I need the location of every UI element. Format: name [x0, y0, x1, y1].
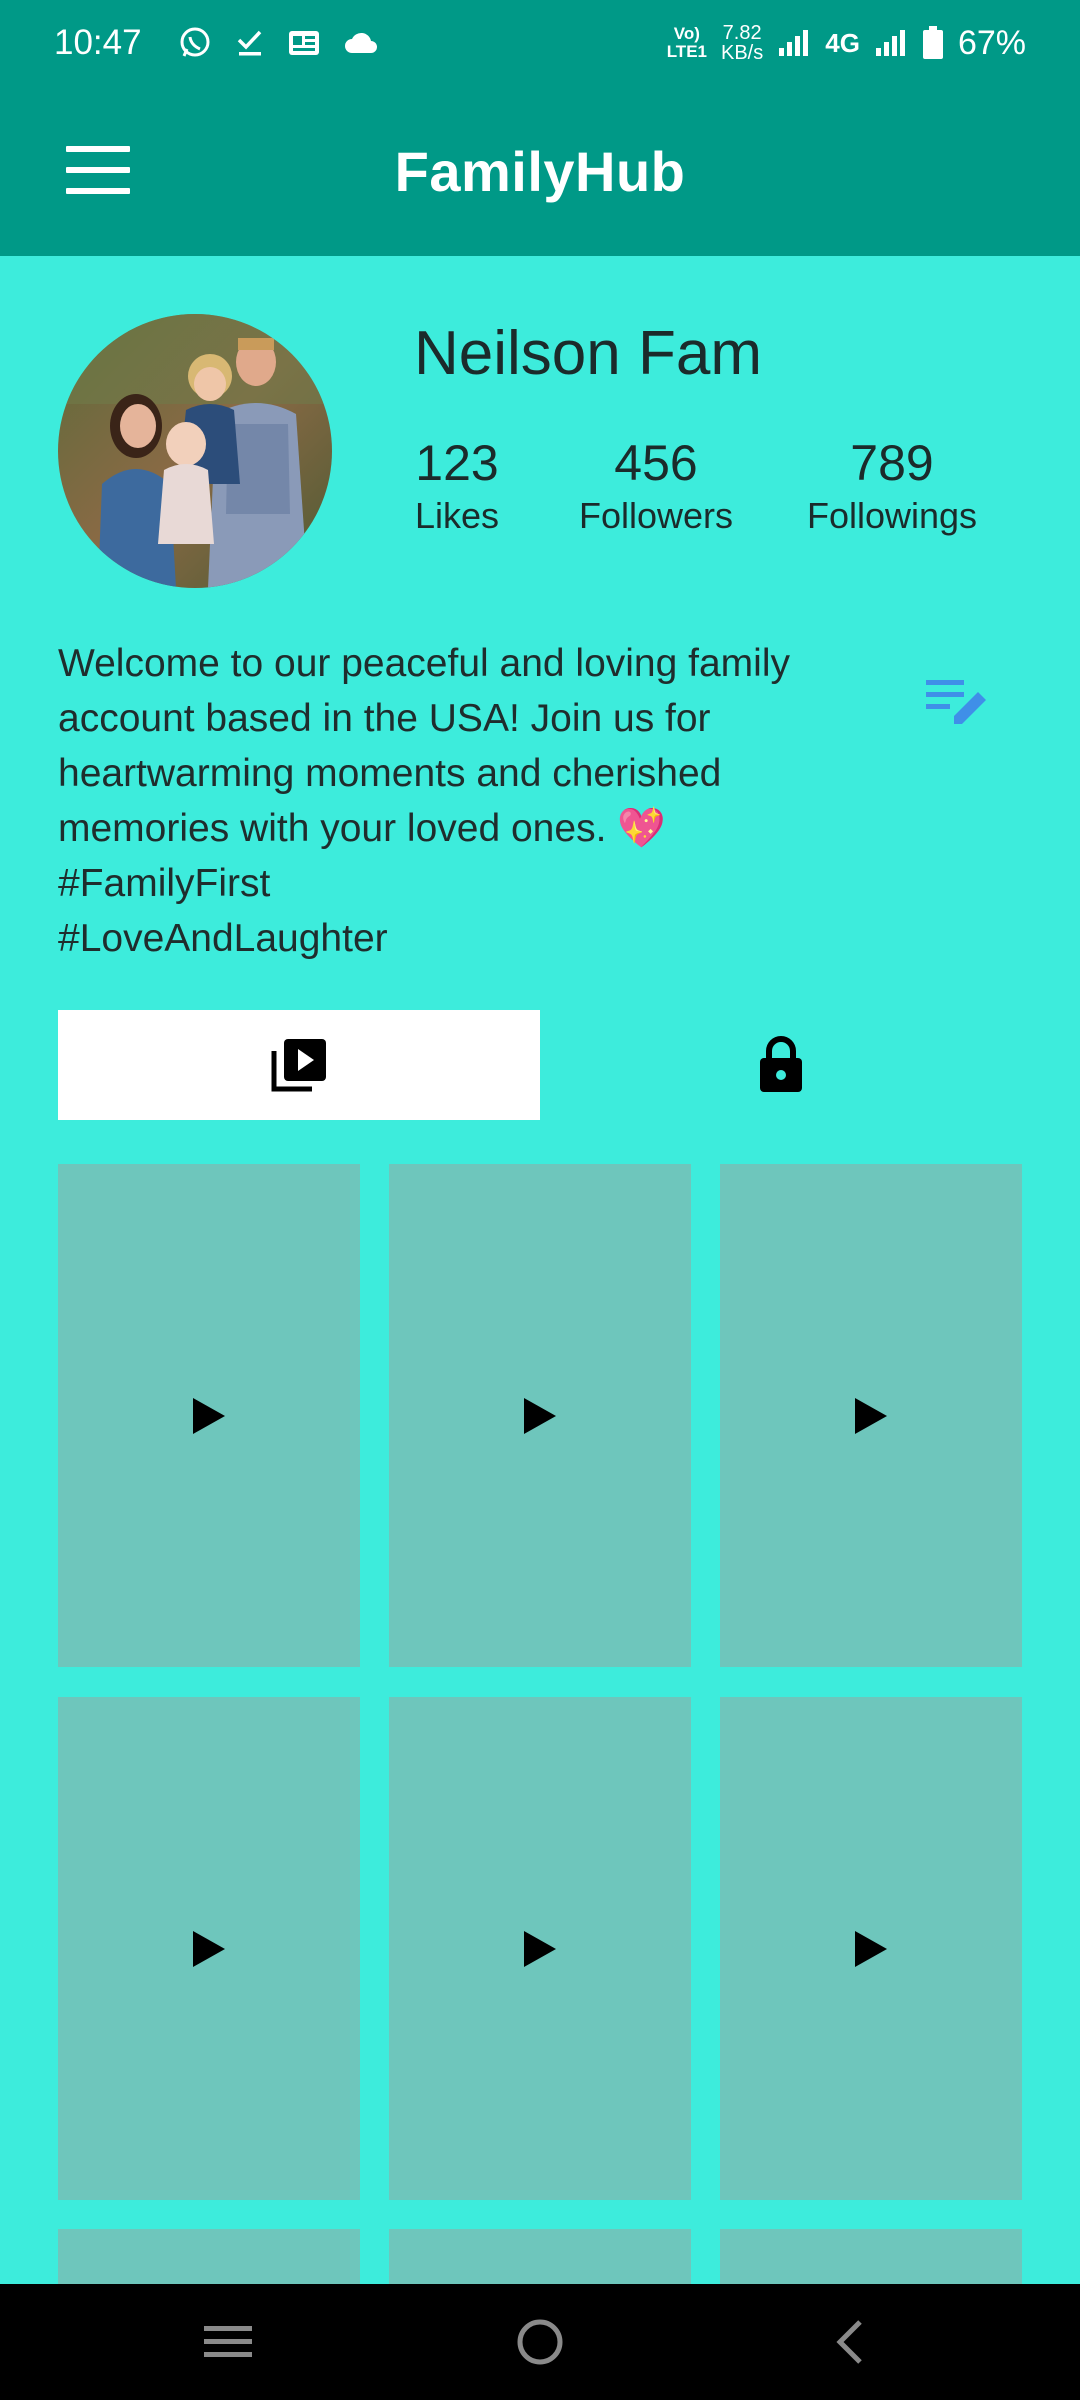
family-photo — [58, 314, 332, 588]
video-thumbnail[interactable] — [58, 1697, 360, 2200]
cloud-icon — [344, 31, 378, 55]
volte-bottom: LTE1 — [666, 42, 707, 61]
volte-top: Vo) — [673, 24, 700, 43]
video-thumbnail[interactable] — [389, 2229, 691, 2289]
stat-followers[interactable]: 456 Followers — [566, 432, 746, 538]
status-time: 10:47 — [54, 23, 142, 62]
news-icon — [288, 30, 320, 56]
play-icon — [193, 1930, 225, 1967]
stat-followers-label: Followers — [578, 495, 734, 536]
hashtag-love-and-laughter[interactable]: #LoveAndLaughter — [58, 911, 898, 966]
avatar[interactable] — [58, 314, 332, 588]
hashtag-family-first[interactable]: #FamilyFirst — [58, 856, 898, 911]
tab-videos[interactable] — [58, 1010, 540, 1120]
home-icon[interactable] — [480, 2284, 600, 2400]
stat-followings-label: Followings — [806, 495, 978, 536]
bio-line: Welcome to our peaceful and loving famil… — [58, 642, 790, 685]
signal-icon — [777, 28, 811, 58]
video-thumbnail[interactable] — [720, 2229, 1022, 2289]
video-thumbnail[interactable] — [58, 2229, 360, 2289]
system-nav-bar — [0, 2284, 1080, 2400]
video-thumbnail[interactable] — [389, 1164, 691, 1667]
play-icon — [855, 1397, 887, 1434]
stat-likes-value: 123 — [415, 435, 499, 491]
status-left: 10:47 — [54, 23, 378, 63]
video-thumbnail[interactable] — [389, 1697, 691, 2200]
play-icon — [524, 1930, 556, 1967]
speed-value: 7.82 — [722, 22, 762, 44]
app-title: FamilyHub — [394, 139, 686, 203]
video-library-icon — [271, 1039, 326, 1092]
stat-followings[interactable]: 789 Followings — [792, 432, 992, 538]
profile-name: Neilson Fam — [414, 319, 762, 388]
bio-line: heartwarming moments and cherished — [58, 752, 722, 795]
menu-line — [66, 167, 130, 173]
menu-line — [66, 188, 130, 194]
play-icon — [524, 1397, 556, 1434]
battery-icon — [922, 26, 944, 60]
play-icon — [193, 1397, 225, 1434]
profile-bio: Welcome to our peaceful and loving famil… — [58, 636, 898, 966]
status-right: Vo) LTE1 7.82 KB/s 4G 67% — [667, 23, 1026, 63]
back-icon[interactable] — [790, 2284, 910, 2400]
tab-private[interactable] — [540, 1010, 1022, 1120]
video-thumbnail[interactable] — [720, 1164, 1022, 1667]
edit-note-icon[interactable] — [924, 674, 990, 730]
stat-likes[interactable]: 123 Likes — [394, 432, 520, 538]
video-thumbnail[interactable] — [58, 1164, 360, 1667]
volte-indicator: Vo) LTE1 — [667, 25, 707, 61]
whatsapp-icon — [178, 26, 212, 60]
bio-line: account based in the USA! Join us for — [58, 697, 711, 740]
stat-likes-label: Likes — [414, 495, 500, 536]
speed-unit: KB/s — [721, 42, 764, 64]
stat-followers-value: 456 — [614, 435, 698, 491]
task-check-icon — [236, 28, 264, 58]
profile-stats: 123 Likes 456 Followers 789 Followings — [394, 432, 1014, 542]
hamburger-menu-icon[interactable] — [62, 140, 134, 200]
app-bar: FamilyHub — [0, 86, 1080, 256]
play-icon — [855, 1930, 887, 1967]
recents-icon[interactable] — [168, 2284, 288, 2400]
menu-line — [66, 146, 130, 152]
lock-icon — [760, 1036, 802, 1092]
video-thumbnail[interactable] — [720, 1697, 1022, 2200]
network-type: 4G — [825, 27, 860, 58]
status-bar: 10:47 Vo) LTE1 7.82 KB/s 4G 67% — [0, 0, 1080, 86]
net-speed: 7.82 KB/s — [721, 23, 763, 63]
stat-followings-value: 789 — [850, 435, 934, 491]
signal-icon-2 — [874, 28, 908, 58]
battery-percent: 67% — [957, 23, 1026, 62]
bio-line: memories with your loved ones. 💖 — [58, 807, 666, 850]
